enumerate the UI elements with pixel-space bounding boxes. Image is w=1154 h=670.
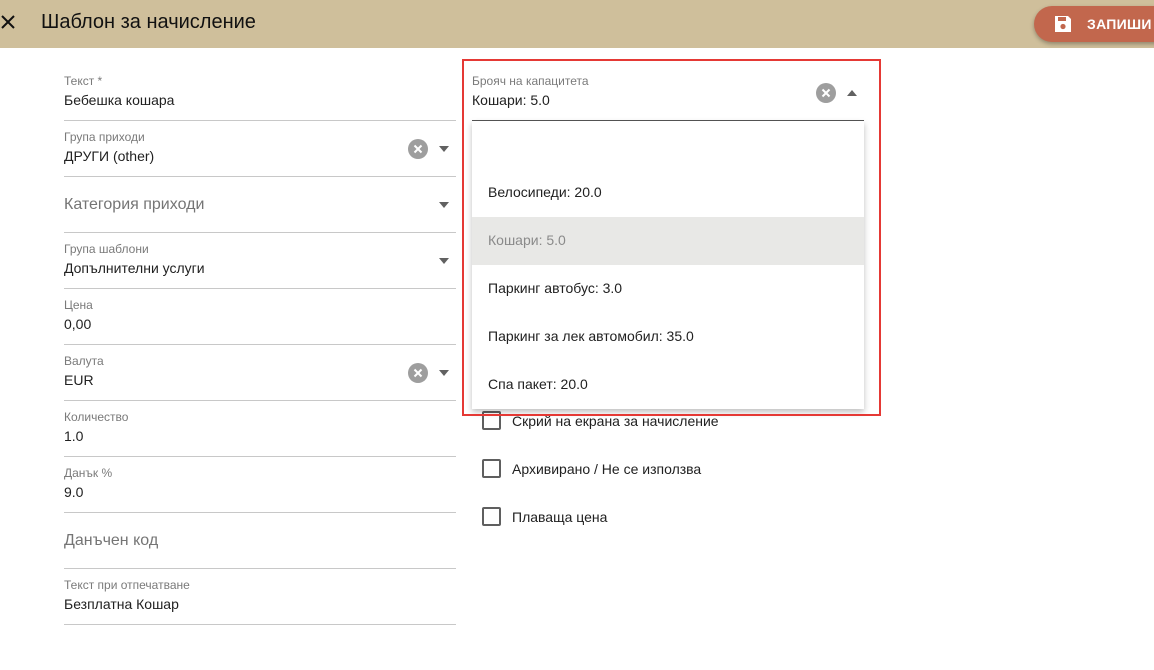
close-button[interactable] <box>0 10 18 34</box>
checkbox-box[interactable] <box>482 459 501 478</box>
menu-item-bus-parking[interactable]: Паркинг автобус: 3.0 <box>472 265 864 313</box>
print-text-field[interactable]: Текст при отпечатване Безплатна Кошар <box>64 570 456 625</box>
income-group-select[interactable]: Група приходи ДРУГИ (other) <box>64 122 456 177</box>
chevron-down-icon[interactable] <box>439 258 449 264</box>
tax-code-placeholder: Данъчен код <box>64 532 159 549</box>
chevron-down-icon[interactable] <box>439 146 449 152</box>
income-group-label: Група приходи <box>64 130 145 144</box>
quantity-field[interactable]: Количество 1.0 <box>64 402 456 457</box>
menu-item-label: Спа пакет: 20.0 <box>488 376 588 392</box>
checkbox-archived[interactable]: Архивирано / Не се използва <box>482 457 722 481</box>
template-group-select[interactable]: Група шаблони Допълнителни услуги <box>64 234 456 289</box>
menu-item-label: Паркинг за лек автомобил: 35.0 <box>488 328 694 344</box>
floppy-disk-icon <box>1055 16 1071 32</box>
checkbox-label: Архивирано / Не се използва <box>512 461 702 477</box>
print-text-value: Безплатна Кошар <box>64 596 179 612</box>
currency-value: EUR <box>64 372 94 388</box>
menu-item-label: Велосипеди: 20.0 <box>488 184 602 200</box>
currency-label: Валута <box>64 354 104 368</box>
chevron-up-icon[interactable] <box>847 90 857 96</box>
quantity-label: Количество <box>64 410 129 424</box>
price-value: 0,00 <box>64 316 92 332</box>
chevron-down-icon[interactable] <box>439 202 449 208</box>
menu-item-spa-package[interactable]: Спа пакет: 20.0 <box>472 361 864 409</box>
checkbox-box[interactable] <box>482 507 501 526</box>
capacity-counter-menu: Велосипеди: 20.0 Кошари: 5.0 Паркинг авт… <box>472 121 864 409</box>
close-icon <box>1 15 15 29</box>
tax-code-field[interactable]: Данъчен код <box>64 514 456 569</box>
tax-label: Данък % <box>64 466 113 480</box>
quantity-value: 1.0 <box>64 428 84 444</box>
menu-item-empty[interactable] <box>472 121 864 169</box>
menu-item-bicycles[interactable]: Велосипеди: 20.0 <box>472 169 864 217</box>
text-field-label: Текст * <box>64 74 103 88</box>
menu-item-car-parking[interactable]: Паркинг за лек автомобил: 35.0 <box>472 313 864 361</box>
chevron-down-icon[interactable] <box>439 370 449 376</box>
menu-item-label: Паркинг автобус: 3.0 <box>488 280 623 296</box>
checkbox-hide-on-charge-screen[interactable]: Скрий на екрана за начисление <box>482 409 742 433</box>
checkbox-box[interactable] <box>482 411 501 430</box>
clear-icon[interactable] <box>816 83 836 103</box>
clear-icon[interactable] <box>408 363 428 383</box>
checkbox-label: Плаваща цена <box>512 509 608 525</box>
menu-item-cribs[interactable]: Кошари: 5.0 <box>472 217 864 265</box>
checkbox-floating-price[interactable]: Плаваща цена <box>482 505 622 529</box>
save-label: ЗАПИШИ <box>1087 16 1152 32</box>
tax-field[interactable]: Данък % 9.0 <box>64 458 456 513</box>
income-category-select[interactable]: Категория приходи <box>64 178 456 233</box>
text-field-value: Бебешка кошара <box>64 92 175 108</box>
clear-icon[interactable] <box>408 139 428 159</box>
page-title: Шаблон за начисление <box>41 11 256 33</box>
price-label: Цена <box>64 298 93 312</box>
text-field[interactable]: Текст * Бебешка кошара <box>64 66 456 121</box>
menu-item-label: Кошари: 5.0 <box>488 232 566 248</box>
capacity-counter-value: Кошари: 5.0 <box>472 92 550 108</box>
tax-value: 9.0 <box>64 484 84 500</box>
app-header: Шаблон за начисление ЗАПИШИ <box>0 0 1154 48</box>
price-field[interactable]: Цена 0,00 <box>64 290 456 345</box>
income-category-placeholder: Категория приходи <box>64 196 205 213</box>
print-text-label: Текст при отпечатване <box>64 578 190 592</box>
capacity-counter-label: Брояч на капацитета <box>472 74 589 88</box>
template-group-label: Група шаблони <box>64 242 149 256</box>
checkbox-label: Скрий на екрана за начисление <box>512 413 719 429</box>
income-group-value: ДРУГИ (other) <box>64 148 155 164</box>
save-button[interactable]: ЗАПИШИ <box>1034 6 1154 42</box>
template-group-value: Допълнителни услуги <box>64 260 205 276</box>
capacity-counter-select[interactable]: Брояч на капацитета Кошари: 5.0 <box>472 66 864 121</box>
currency-select[interactable]: Валута EUR <box>64 346 456 401</box>
